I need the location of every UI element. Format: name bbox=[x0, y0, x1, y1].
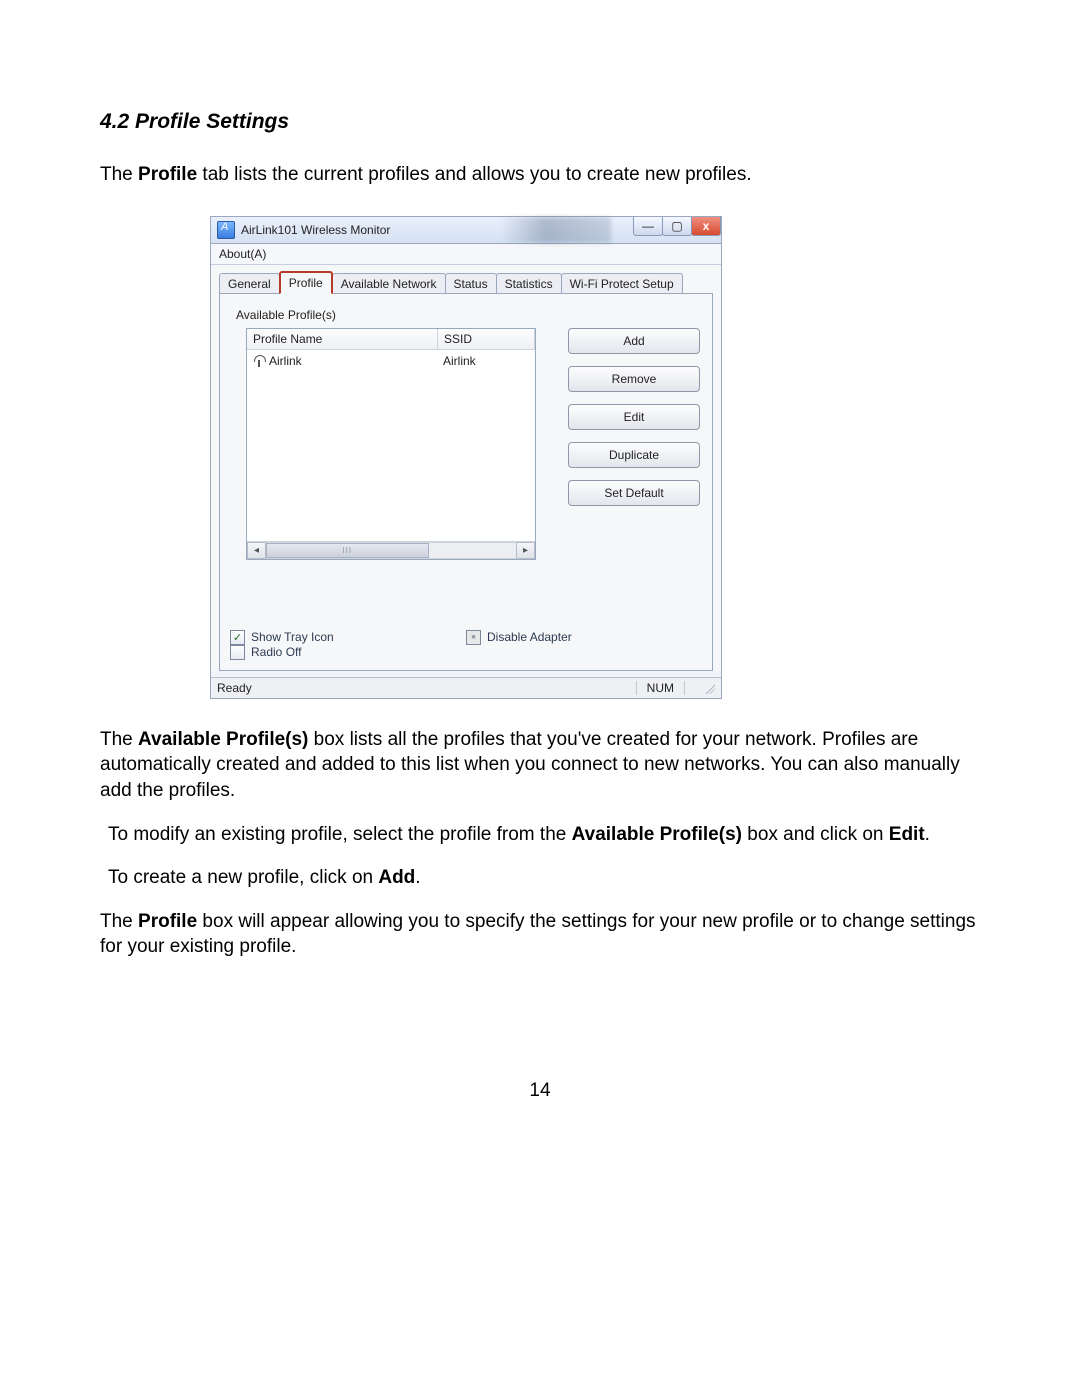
checkbox-icon[interactable] bbox=[466, 630, 481, 645]
text: . bbox=[415, 867, 420, 888]
paragraph: To create a new profile, click on Add. bbox=[108, 865, 980, 891]
tab-profile[interactable]: Profile bbox=[279, 271, 333, 294]
window-title: AirLink101 Wireless Monitor bbox=[241, 223, 390, 237]
tab-wps[interactable]: Wi-Fi Protect Setup bbox=[561, 273, 683, 294]
text: tab lists the current profiles and allow… bbox=[197, 164, 751, 185]
text-bold: Available Profile(s) bbox=[138, 729, 308, 750]
content-area: General Profile Available Network Status… bbox=[211, 265, 721, 671]
profiles-listbox[interactable]: Profile Name SSID Airlink Airlink bbox=[246, 328, 536, 560]
signal-icon bbox=[253, 355, 265, 367]
menu-bar: About(A) bbox=[211, 244, 721, 265]
add-button[interactable]: Add bbox=[568, 328, 700, 354]
close-button[interactable]: x bbox=[691, 217, 721, 236]
profile-name-text: Airlink bbox=[269, 354, 302, 368]
profiles-list-body: Airlink Airlink bbox=[247, 350, 535, 541]
tab-available-network[interactable]: Available Network bbox=[332, 273, 446, 294]
titlebar: AirLink101 Wireless Monitor — ▢ x bbox=[211, 217, 721, 244]
tab-statistics[interactable]: Statistics bbox=[496, 273, 562, 294]
tab-strip: General Profile Available Network Status… bbox=[219, 271, 717, 294]
text: The bbox=[100, 729, 138, 750]
paragraph: The Available Profile(s) box lists all t… bbox=[100, 727, 980, 804]
remove-button[interactable]: Remove bbox=[568, 366, 700, 392]
scroll-track[interactable]: III bbox=[266, 542, 516, 559]
minimize-button[interactable]: — bbox=[633, 217, 663, 236]
section-heading: 4.2 Profile Settings bbox=[100, 110, 980, 134]
resize-grip-icon[interactable] bbox=[703, 682, 715, 694]
text-bold: Edit bbox=[889, 824, 925, 845]
duplicate-button[interactable]: Duplicate bbox=[568, 442, 700, 468]
text: box will appear allowing you to specify … bbox=[100, 911, 976, 958]
paragraph: The Profile box will appear allowing you… bbox=[100, 909, 980, 960]
text: To modify an existing profile, select th… bbox=[108, 824, 572, 845]
text: To create a new profile, click on bbox=[108, 867, 378, 888]
column-ssid[interactable]: SSID bbox=[438, 329, 535, 349]
status-bar: Ready NUM bbox=[211, 677, 721, 698]
edit-button[interactable]: Edit bbox=[568, 404, 700, 430]
cell-ssid: Airlink bbox=[437, 352, 482, 370]
scroll-thumb[interactable]: III bbox=[266, 543, 429, 558]
text: The bbox=[100, 911, 138, 932]
scroll-left-button[interactable]: ◂ bbox=[247, 542, 266, 559]
titlebar-blur bbox=[501, 217, 611, 243]
status-ready: Ready bbox=[217, 681, 252, 695]
text: . bbox=[925, 824, 930, 845]
available-profiles-label: Available Profile(s) bbox=[236, 308, 700, 322]
text: The bbox=[100, 164, 138, 185]
option-disable-adapter[interactable]: Disable Adapter bbox=[466, 630, 702, 645]
intro-paragraph: The Profile tab lists the current profil… bbox=[100, 162, 980, 188]
tab-general[interactable]: General bbox=[219, 273, 280, 294]
text-bold: Available Profile(s) bbox=[572, 824, 742, 845]
tab-status[interactable]: Status bbox=[445, 273, 497, 294]
cell-profile-name: Airlink bbox=[247, 352, 437, 370]
text: box and click on bbox=[742, 824, 889, 845]
maximize-button[interactable]: ▢ bbox=[662, 217, 692, 236]
scroll-right-button[interactable]: ▸ bbox=[516, 542, 535, 559]
menu-about[interactable]: About(A) bbox=[219, 247, 266, 261]
checkbox-icon[interactable] bbox=[230, 630, 245, 645]
table-row[interactable]: Airlink Airlink bbox=[247, 350, 535, 372]
status-num: NUM bbox=[647, 681, 674, 695]
paragraph: To modify an existing profile, select th… bbox=[108, 822, 980, 848]
option-radio-off[interactable]: Radio Off bbox=[230, 645, 466, 660]
checkbox-icon[interactable] bbox=[230, 645, 245, 660]
app-window: AirLink101 Wireless Monitor — ▢ x About(… bbox=[210, 216, 722, 699]
option-show-tray-icon[interactable]: Show Tray Icon bbox=[230, 630, 466, 645]
option-label: Show Tray Icon bbox=[251, 630, 334, 644]
option-label: Disable Adapter bbox=[487, 630, 572, 644]
status-separator bbox=[684, 681, 685, 695]
profiles-list-header: Profile Name SSID bbox=[247, 329, 535, 350]
profile-action-buttons: Add Remove Edit Duplicate Set Default bbox=[568, 328, 700, 518]
bottom-options: Show Tray Icon Disable Adapter Radio Off bbox=[230, 630, 702, 660]
text-bold: Profile bbox=[138, 164, 197, 185]
option-label: Radio Off bbox=[251, 645, 301, 659]
app-icon bbox=[217, 221, 235, 239]
window-controls: — ▢ x bbox=[634, 217, 721, 237]
text-bold: Profile bbox=[138, 911, 197, 932]
set-default-button[interactable]: Set Default bbox=[568, 480, 700, 506]
page-number: 14 bbox=[100, 1080, 980, 1102]
tab-body: Available Profile(s) Profile Name SSID A… bbox=[219, 293, 713, 671]
text-bold: Add bbox=[378, 867, 415, 888]
horizontal-scrollbar[interactable]: ◂ III ▸ bbox=[247, 541, 535, 559]
column-profile-name[interactable]: Profile Name bbox=[247, 329, 438, 349]
status-separator bbox=[636, 681, 637, 695]
